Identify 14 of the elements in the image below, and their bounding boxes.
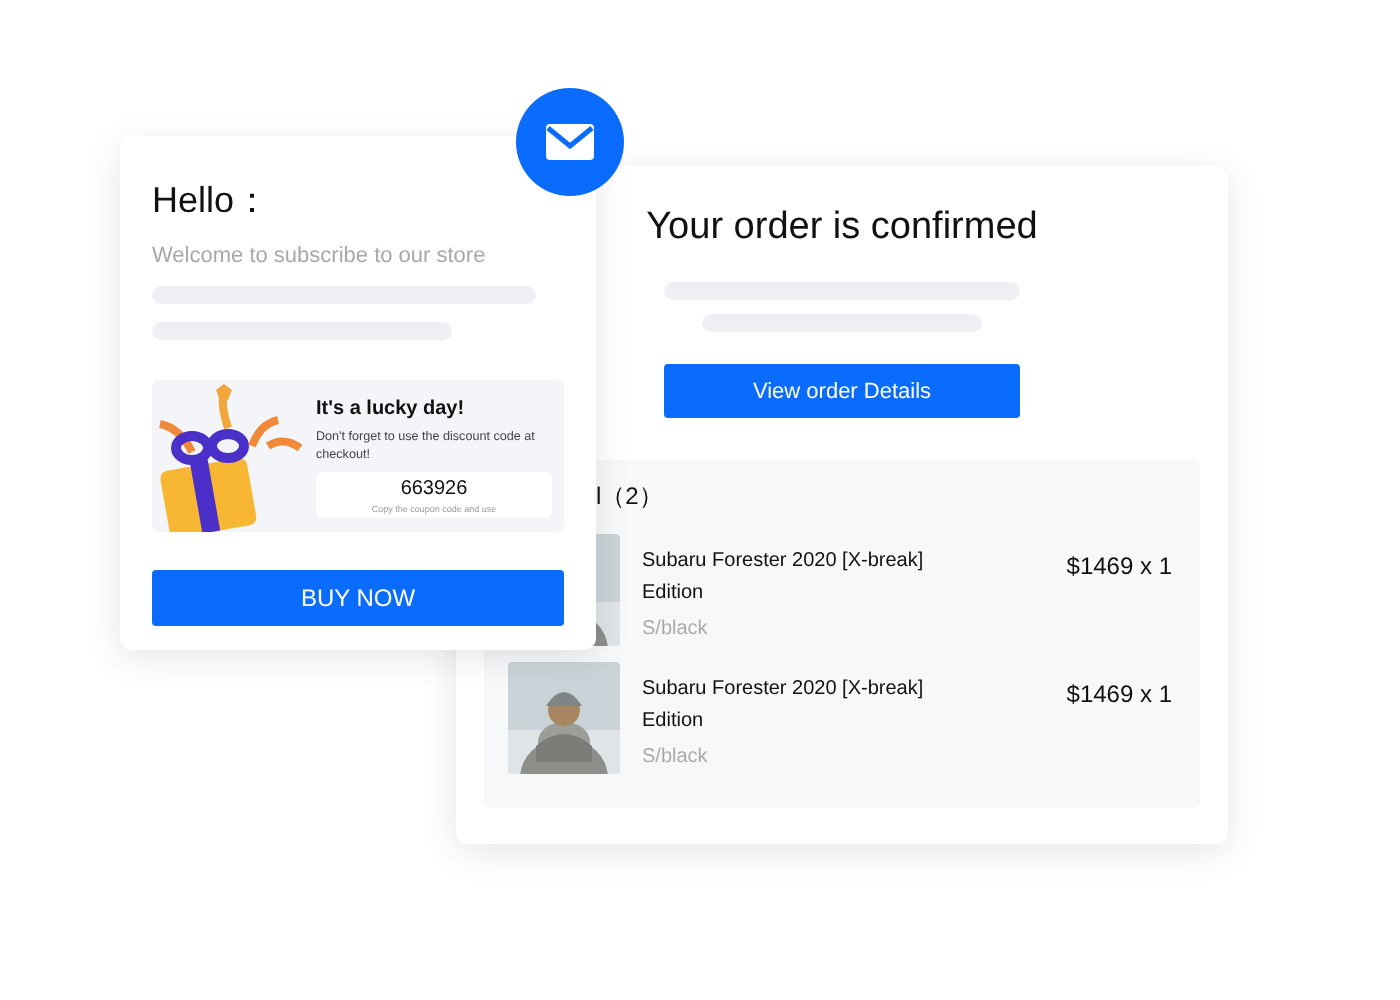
coupon-title: It's a lucky day! [316, 398, 467, 420]
items-heading: l（2） [596, 480, 665, 514]
product-variant: S/black [642, 618, 710, 640]
product-name: Subaru Forester 2020 [X-break] Edition [642, 548, 926, 607]
coupon-code: 663926 [400, 477, 468, 500]
buy-now-button[interactable]: BUY NOW [152, 570, 564, 626]
subtitle: Welcome to subscribe to our store [152, 244, 488, 268]
view-order-button[interactable]: View order Details [664, 364, 1020, 418]
order-title: Your order is confirmed [646, 206, 1038, 250]
greeting: Hello： [152, 178, 273, 224]
product-price: $1469 x 1 [1066, 678, 1174, 712]
product-variant: S/black [642, 746, 710, 768]
product-name: Subaru Forester 2020 [X-break] Edition [642, 676, 926, 735]
product-price: $1469 x 1 [1066, 550, 1174, 584]
